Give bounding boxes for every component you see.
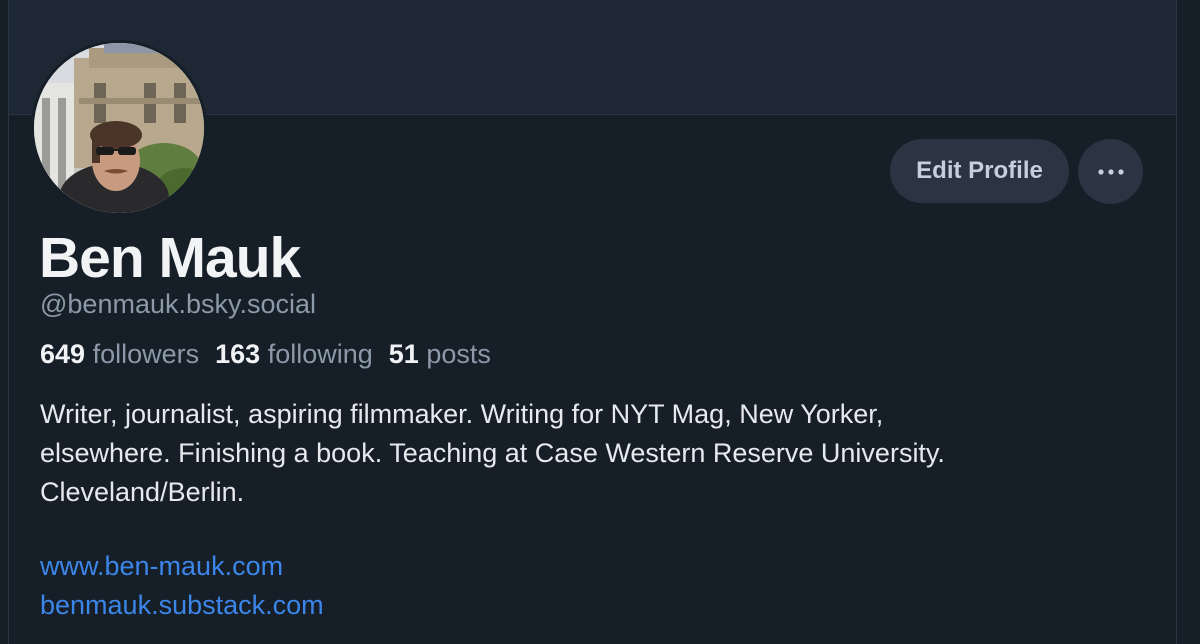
profile-stats: 649 followers 163 following 51 posts [40, 339, 491, 370]
following-count: 163 [215, 339, 261, 369]
more-options-button[interactable] [1078, 139, 1143, 204]
ellipsis-icon [1097, 168, 1124, 175]
edit-profile-button[interactable]: Edit Profile [890, 139, 1069, 203]
followers-stat[interactable]: 649 followers [40, 339, 199, 370]
bio-line: elsewhere. Finishing a book. Teaching at… [40, 438, 945, 468]
profile-bio: Writer, journalist, aspiring filmmaker. … [40, 395, 1120, 512]
posts-label: posts [426, 339, 491, 369]
profile-name: Ben Mauk [39, 226, 301, 290]
avatar-photo [34, 43, 204, 213]
avatar[interactable] [31, 40, 207, 216]
following-stat[interactable]: 163 following [215, 339, 373, 370]
bio-line: Writer, journalist, aspiring filmmaker. … [40, 399, 884, 429]
following-label: following [267, 339, 373, 369]
profile-page: Edit Profile Ben Mauk @benmauk.bsky.soci… [0, 0, 1200, 644]
website-link[interactable]: www.ben-mauk.com [40, 551, 283, 582]
profile-handle: @benmauk.bsky.social [40, 289, 317, 319]
followers-label: followers [92, 339, 200, 369]
posts-count: 51 [388, 339, 419, 369]
posts-stat: 51 posts [389, 339, 491, 370]
bio-line: Cleveland/Berlin. [40, 477, 245, 507]
followers-count: 649 [40, 339, 86, 369]
substack-link[interactable]: benmauk.substack.com [40, 590, 324, 621]
